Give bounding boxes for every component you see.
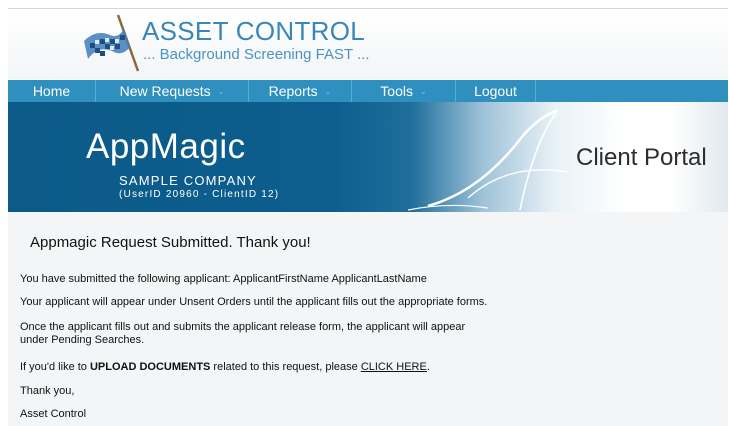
nav-item-logout[interactable]: Logout	[456, 80, 536, 102]
app-name: AppMagic	[86, 127, 246, 166]
header: ASSET CONTROL ... Background Screening F…	[8, 8, 728, 79]
release-form-line: Once the applicant fills out and submits…	[20, 321, 580, 347]
chevron-down-icon: ⌄	[324, 86, 332, 96]
upload-documents-label: UPLOAD DOCUMENTS	[89, 361, 211, 373]
thank-you-line: Thank you,	[20, 385, 75, 397]
brand-title: ASSET CONTROL	[142, 16, 366, 46]
nav-item-label: Tools	[380, 83, 413, 99]
portal-label: Client Portal	[576, 144, 707, 171]
upload-prefix: If you'd like to	[20, 361, 90, 373]
brand-tagline: ... Background Screening FAST ...	[143, 46, 370, 63]
user-client-ids: (UserID 20960 - ClientID 12)	[119, 189, 280, 200]
banner: AppMagic SAMPLE COMPANY (UserID 20960 - …	[8, 102, 728, 212]
nav-item-home[interactable]: Home	[8, 80, 96, 102]
page: ASSET CONTROL ... Background Screening F…	[0, 0, 729, 426]
upload-suffix: .	[426, 361, 430, 373]
chevron-down-icon: ⌄	[217, 86, 225, 96]
main-nav: Home New Requests ⌄ Reports ⌄ Tools ⌄ Lo…	[8, 80, 728, 102]
signature: Asset Control	[20, 408, 87, 420]
nav-item-tools[interactable]: Tools ⌄	[352, 80, 456, 102]
upload-mid: related to this request, please	[210, 361, 361, 373]
main-content: Appmagic Request Submitted. Thank you! Y…	[8, 212, 728, 426]
nav-item-label: Reports	[268, 83, 318, 99]
page-title: Appmagic Request Submitted. Thank you!	[30, 234, 311, 251]
company-name: SAMPLE COMPANY	[119, 173, 257, 188]
release-form-line-2: under Pending Searches.	[20, 334, 145, 346]
unsent-orders-line: Your applicant will appear under Unsent …	[20, 296, 488, 308]
nav-item-new-requests[interactable]: New Requests ⌄	[96, 80, 249, 102]
chevron-down-icon: ⌄	[419, 86, 427, 96]
nav-item-reports[interactable]: Reports ⌄	[249, 80, 352, 102]
nav-item-label: Home	[32, 83, 71, 99]
nav-item-label: New Requests	[119, 83, 211, 99]
applicant-line: You have submitted the following applica…	[20, 273, 427, 285]
upload-documents-line: If you'd like to UPLOAD DOCUMENTS relate…	[20, 361, 580, 374]
click-here-link[interactable]: CLICK HERE	[361, 361, 427, 373]
checkered-flag-icon	[84, 14, 140, 72]
nav-item-label: Logout	[474, 83, 517, 99]
release-form-line-1: Once the applicant fills out and submits…	[20, 321, 466, 333]
